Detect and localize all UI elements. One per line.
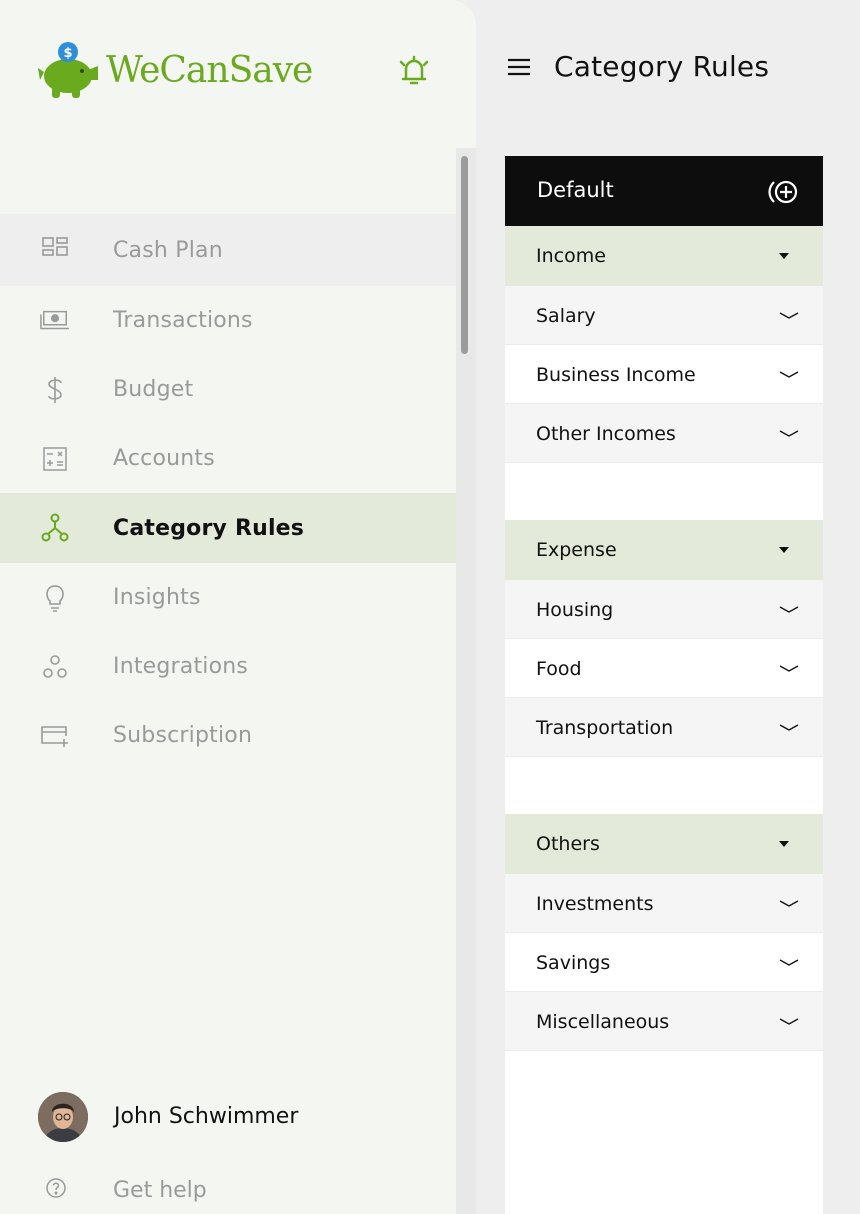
group-header-others[interactable]: Others bbox=[505, 814, 823, 874]
sidebar-item-label: Integrations bbox=[113, 654, 249, 679]
sidebar-item-label: Insights bbox=[113, 585, 201, 610]
caret-down-icon bbox=[779, 841, 789, 847]
chevron-down-icon bbox=[779, 1018, 799, 1025]
avatar bbox=[38, 1092, 88, 1142]
category-rules-panel: Default Income Salary Business Income Ot… bbox=[505, 156, 823, 1214]
sidebar-item-label: Budget bbox=[113, 377, 194, 402]
app-name: WeCanSave bbox=[106, 49, 313, 91]
hamburger-menu-icon[interactable] bbox=[506, 56, 532, 78]
list-item[interactable]: Transportation bbox=[505, 698, 823, 757]
group-label: Others bbox=[536, 833, 600, 855]
svg-text:$: $ bbox=[63, 46, 72, 61]
card-plus-icon bbox=[40, 721, 70, 751]
help-icon bbox=[46, 1178, 66, 1198]
sidebar-item-label: Category Rules bbox=[113, 515, 305, 541]
category-label: Business Income bbox=[536, 364, 696, 386]
sidebar-nav: Cash Plan Transactions Budget Accounts C… bbox=[0, 214, 456, 770]
list-item[interactable]: Food bbox=[505, 639, 823, 698]
page-header: Category Rules bbox=[506, 50, 769, 83]
group-header-income[interactable]: Income bbox=[505, 226, 823, 286]
notification-bell-icon[interactable] bbox=[396, 52, 432, 92]
page-title: Category Rules bbox=[554, 50, 770, 83]
sidebar-item-budget[interactable]: Budget bbox=[0, 355, 456, 424]
list-item[interactable]: Savings bbox=[505, 933, 823, 992]
chevron-down-icon bbox=[779, 900, 799, 907]
chevron-down-icon bbox=[779, 606, 799, 613]
caret-down-icon bbox=[779, 547, 789, 553]
sidebar-item-category-rules[interactable]: Category Rules bbox=[0, 493, 456, 563]
sidebar-item-transactions[interactable]: Transactions bbox=[0, 286, 456, 355]
calculator-icon bbox=[40, 444, 70, 474]
category-label: Other Incomes bbox=[536, 423, 676, 445]
branch-icon bbox=[40, 513, 70, 543]
dollar-icon bbox=[40, 375, 70, 405]
sidebar-item-subscription[interactable]: Subscription bbox=[0, 701, 456, 770]
panel-title: Default bbox=[537, 178, 614, 202]
category-label: Housing bbox=[536, 599, 614, 621]
panel-header: Default bbox=[505, 156, 823, 226]
sidebar-item-label: Cash Plan bbox=[113, 237, 223, 263]
group-header-expense[interactable]: Expense bbox=[505, 520, 823, 580]
group-spacer bbox=[505, 463, 823, 520]
cash-icon bbox=[40, 306, 70, 336]
chevron-down-icon bbox=[779, 724, 799, 731]
grid-icon bbox=[40, 235, 70, 265]
sidebar-scrollbar-thumb[interactable] bbox=[461, 156, 468, 354]
sidebar: $ WeCanSave Cash Plan Transactions Budge… bbox=[0, 0, 476, 1214]
list-item[interactable]: Business Income bbox=[505, 345, 823, 404]
category-label: Salary bbox=[536, 305, 596, 327]
group-label: Expense bbox=[536, 539, 617, 561]
chevron-down-icon bbox=[779, 665, 799, 672]
category-label: Investments bbox=[536, 893, 654, 915]
sidebar-item-integrations[interactable]: Integrations bbox=[0, 632, 456, 701]
list-item[interactable]: Miscellaneous bbox=[505, 992, 823, 1051]
list-item[interactable]: Salary bbox=[505, 286, 823, 345]
sidebar-item-label: Accounts bbox=[113, 446, 215, 471]
lightbulb-icon bbox=[40, 583, 70, 613]
sidebar-item-label: Subscription bbox=[113, 723, 253, 748]
chevron-down-icon bbox=[779, 430, 799, 437]
add-category-button[interactable] bbox=[767, 176, 803, 212]
sidebar-item-label: Transactions bbox=[113, 308, 253, 333]
category-label: Miscellaneous bbox=[536, 1011, 670, 1033]
list-item[interactable]: Other Incomes bbox=[505, 404, 823, 463]
category-label: Food bbox=[536, 658, 582, 680]
category-label: Transportation bbox=[536, 717, 674, 739]
group-label: Income bbox=[536, 245, 606, 267]
logo[interactable]: $ WeCanSave bbox=[36, 40, 313, 100]
caret-down-icon bbox=[779, 253, 789, 259]
sidebar-item-cash-plan[interactable]: Cash Plan bbox=[0, 214, 456, 286]
user-profile[interactable]: John Schwimmer bbox=[38, 1092, 298, 1142]
sidebar-item-insights[interactable]: Insights bbox=[0, 563, 456, 632]
piggy-bank-icon: $ bbox=[38, 42, 98, 98]
add-circle-icon bbox=[768, 180, 798, 204]
group-spacer bbox=[505, 757, 823, 814]
list-item[interactable]: Investments bbox=[505, 874, 823, 933]
user-name: John Schwimmer bbox=[114, 1104, 299, 1129]
help-label: Get help bbox=[113, 1178, 207, 1203]
list-item[interactable]: Housing bbox=[505, 580, 823, 639]
get-help-link[interactable]: Get help bbox=[44, 1176, 207, 1204]
category-label: Savings bbox=[536, 952, 611, 974]
chevron-down-icon bbox=[779, 312, 799, 319]
chevron-down-icon bbox=[779, 959, 799, 966]
sidebar-item-accounts[interactable]: Accounts bbox=[0, 424, 456, 493]
circles-icon bbox=[40, 652, 70, 682]
chevron-down-icon bbox=[779, 371, 799, 378]
